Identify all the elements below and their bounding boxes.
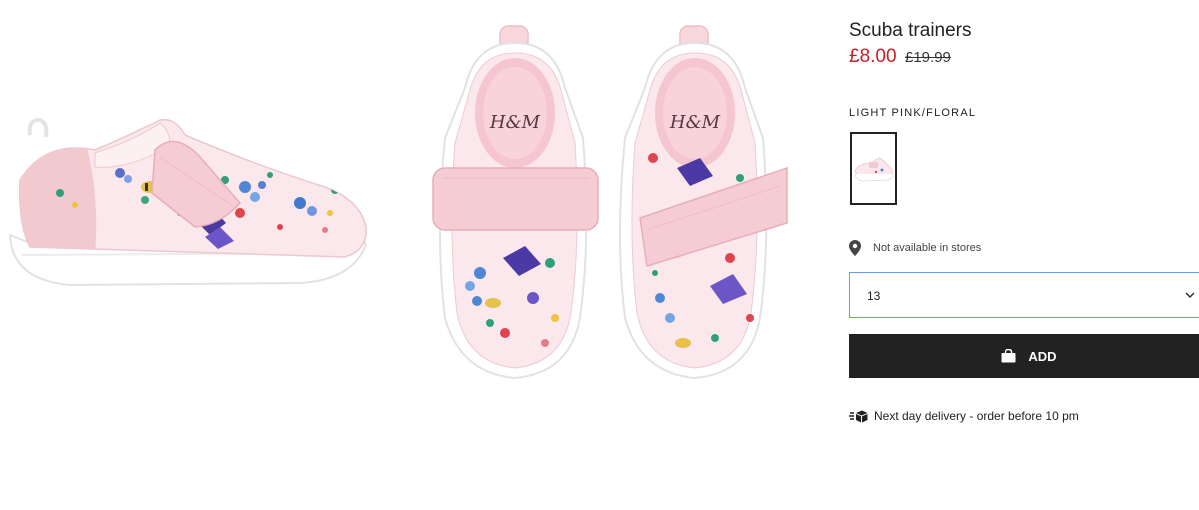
left-insole-logo: H&M <box>489 112 541 133</box>
add-to-bag-button[interactable]: ADD <box>849 334 1199 378</box>
size-select[interactable]: 13 <box>849 272 1199 318</box>
product-image-top[interactable]: H&M H&M <box>415 18 810 393</box>
delivery-truck-icon <box>849 410 868 422</box>
right-insole-logo: H&M <box>669 112 721 133</box>
swatch-thumbnail <box>854 157 894 182</box>
chevron-down-icon <box>1185 292 1195 299</box>
delivery-info: Next day delivery - order before 10 pm <box>849 407 1079 425</box>
sale-price: £8.00 <box>849 46 897 67</box>
sneaker-pair-top-illustration: H&M H&M <box>432 25 788 380</box>
size-selected-value: 13 <box>867 289 881 303</box>
product-image-side[interactable] <box>0 95 380 310</box>
shopping-bag-icon <box>1001 349 1016 363</box>
right-shoe: H&M <box>619 25 788 380</box>
store-availability-text: Not available in stores <box>873 242 982 254</box>
color-swatch-light-pink-floral[interactable] <box>850 132 897 205</box>
product-details-panel: Scuba trainers £8.00 £19.99 LIGHT PINK/F… <box>849 0 1199 510</box>
svg-text:H&M: H&M <box>489 112 541 133</box>
delivery-text: Next day delivery - order before 10 pm <box>874 409 1079 423</box>
add-button-label: ADD <box>1028 348 1057 364</box>
original-price: £19.99 <box>905 49 951 66</box>
color-name: LIGHT PINK/FLORAL <box>849 107 977 119</box>
location-pin-icon <box>849 240 861 256</box>
sneaker-side-illustration <box>8 117 368 287</box>
svg-text:H&M: H&M <box>669 112 721 133</box>
price-row: £8.00 £19.99 <box>849 46 951 68</box>
product-title: Scuba trainers <box>849 20 972 41</box>
left-shoe: H&M <box>432 25 599 380</box>
store-availability: Not available in stores <box>849 240 981 256</box>
